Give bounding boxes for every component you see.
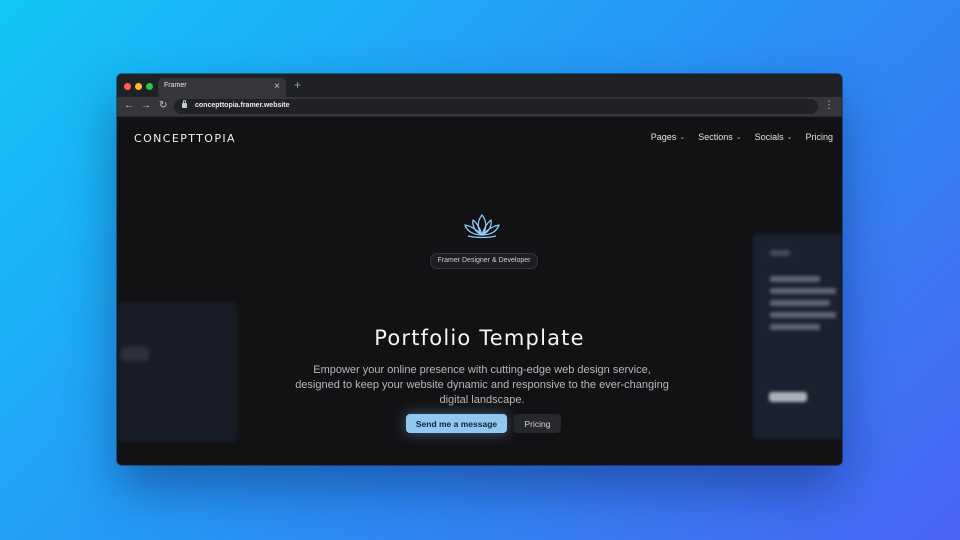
blurred-card-line <box>770 288 836 294</box>
blurred-card-line <box>770 276 820 282</box>
address-bar[interactable]: concepttopia.framer.website <box>174 99 818 114</box>
pricing-button[interactable]: Pricing <box>514 414 561 433</box>
plus-icon[interactable]: + <box>294 78 301 92</box>
window-maximize-button[interactable] <box>146 83 153 90</box>
blurred-card-line <box>770 250 790 256</box>
blurred-card-pill <box>769 392 807 402</box>
lock-icon[interactable] <box>182 100 187 108</box>
blurred-preview-card-left <box>117 302 237 442</box>
nav-item-label: Pages <box>650 132 677 142</box>
hero-subtitle: Empower your online presence with cuttin… <box>295 364 669 406</box>
chevron-down-icon: ⌄ <box>735 134 742 141</box>
nav-item-socials[interactable]: Socials ⌄ <box>755 132 793 142</box>
browser-toolbar: ← → ↻ concepttopia.framer.website ⋮ <box>117 97 842 117</box>
window-minimize-button[interactable] <box>135 83 142 90</box>
nav-item-label: Pricing <box>805 132 833 142</box>
role-badge: Framer Designer & Developer <box>430 253 538 269</box>
blurred-card-line <box>770 300 830 306</box>
blurred-card-line <box>770 312 836 318</box>
tab-bar: Framer × + <box>117 74 842 97</box>
nav-item-label: Sections <box>698 132 733 142</box>
lotus-icon <box>464 214 500 239</box>
web-page: CONCEPTTOPIA Pages ⌄ Sections ⌄ Socials … <box>117 117 842 465</box>
nav-item-sections[interactable]: Sections ⌄ <box>698 132 741 142</box>
nav-item-label: Socials <box>754 132 784 142</box>
arrow-right-icon[interactable]: → <box>141 99 151 113</box>
close-icon[interactable]: × <box>274 80 280 94</box>
url-text[interactable]: concepttopia.framer.website <box>195 102 290 109</box>
hero-title: Portfolio Template <box>374 326 585 351</box>
tab-title: Framer <box>164 82 187 89</box>
kebab-menu-icon[interactable]: ⋮ <box>824 99 834 113</box>
browser-tab[interactable]: Framer × <box>158 78 286 97</box>
reload-icon[interactable]: ↻ <box>159 99 167 113</box>
site-logo[interactable]: CONCEPTTOPIA <box>134 132 236 145</box>
window-close-button[interactable] <box>124 83 131 90</box>
nav-item-pages[interactable]: Pages ⌄ <box>651 132 685 142</box>
send-message-button[interactable]: Send me a message <box>406 414 507 433</box>
arrow-left-icon[interactable]: ← <box>124 99 134 113</box>
chevron-down-icon: ⌄ <box>786 134 793 141</box>
site-nav: Pages ⌄ Sections ⌄ Socials ⌄ Pricing <box>651 132 833 142</box>
nav-item-pricing[interactable]: Pricing <box>805 132 833 142</box>
browser-window: Framer × + ← → ↻ concepttopia.framer.web… <box>117 74 842 465</box>
chevron-down-icon: ⌄ <box>679 134 686 141</box>
